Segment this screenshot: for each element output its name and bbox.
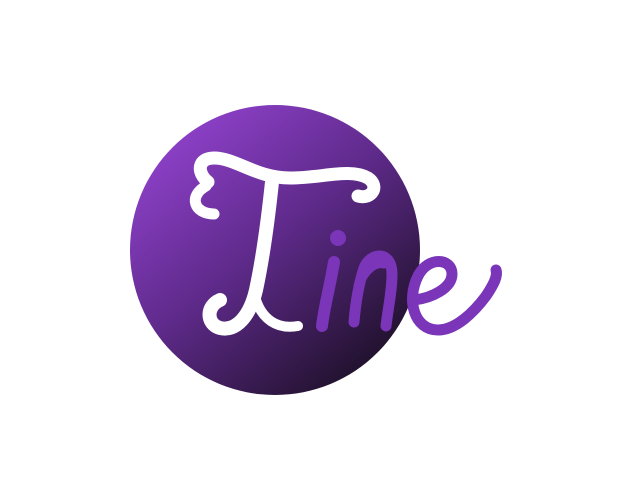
logo-circle bbox=[130, 105, 420, 395]
tine-logo-graphic bbox=[130, 105, 502, 395]
tine-logo bbox=[0, 0, 630, 500]
